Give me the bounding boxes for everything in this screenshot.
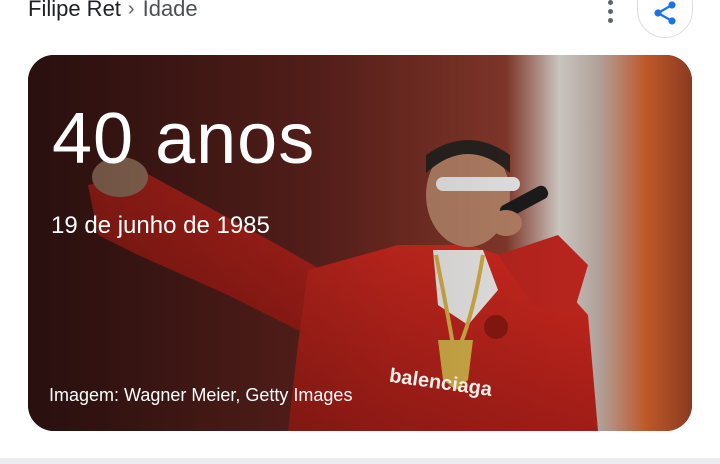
breadcrumb-entity[interactable]: Filipe Ret (28, 0, 121, 22)
breadcrumb-separator: › (127, 0, 135, 20)
age-value: 40 anos (52, 99, 316, 179)
birth-date: 19 de junho de 1985 (51, 212, 270, 239)
more-vert-icon-dot (607, 8, 613, 14)
more-vert-icon (607, 0, 613, 5)
breadcrumb: Filipe Ret › Idade (28, 0, 198, 22)
section-divider (0, 458, 720, 464)
age-card[interactable]: balenciaga 40 anos 19 de junho de 1985 I… (28, 55, 692, 431)
breadcrumb-attribute: Idade (142, 0, 198, 21)
more-vert-icon-dot (607, 17, 613, 23)
more-options-button[interactable] (596, 0, 624, 28)
share-icon (654, 1, 676, 25)
header-bar: Filipe Ret › Idade (0, 0, 720, 40)
image-credit: Imagem: Wagner Meier, Getty Images (49, 385, 353, 405)
share-button[interactable] (637, 0, 693, 38)
